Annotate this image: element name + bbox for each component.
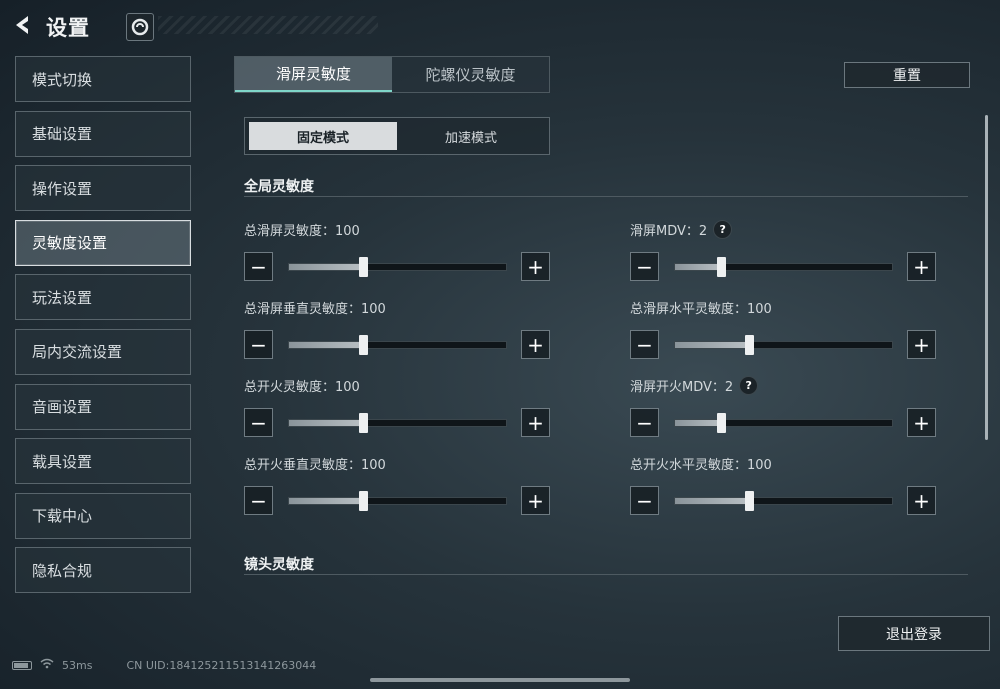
- home-indicator[interactable]: [370, 678, 630, 682]
- decrease-button[interactable]: −: [630, 252, 659, 281]
- slider-label-text: 总滑屏水平灵敏度：100: [630, 302, 772, 317]
- battery-icon: [12, 660, 32, 670]
- increase-button[interactable]: +: [907, 330, 936, 359]
- slider-fill: [675, 420, 721, 426]
- sidebar-item[interactable]: 模式切换: [15, 56, 191, 102]
- divider: [244, 196, 968, 197]
- sidebar-item[interactable]: 载具设置: [15, 438, 191, 485]
- decrease-button[interactable]: −: [630, 486, 659, 515]
- slider-label: 总开火垂直灵敏度：100: [244, 454, 386, 473]
- slider-label: 总滑屏灵敏度：100: [244, 220, 360, 239]
- decrease-button[interactable]: −: [244, 252, 273, 281]
- slider-fill: [289, 342, 363, 348]
- increase-button[interactable]: +: [907, 252, 936, 281]
- sidebar-item[interactable]: 玩法设置: [15, 274, 191, 321]
- slider-label: 滑屏开火MDV：2?: [630, 376, 759, 395]
- slider-thumb[interactable]: [745, 335, 755, 355]
- section-title-global: 全局灵敏度: [244, 179, 314, 195]
- decrease-button[interactable]: −: [630, 408, 659, 437]
- increase-button[interactable]: +: [521, 330, 550, 359]
- slider-label-text: 总滑屏垂直灵敏度：100: [244, 302, 386, 317]
- wifi-icon: [40, 658, 54, 672]
- slider-label: 滑屏MDV：2?: [630, 220, 733, 239]
- tab-gyro-sensitivity[interactable]: 陀螺仪灵敏度: [392, 57, 549, 92]
- slider-track[interactable]: [674, 491, 893, 511]
- slider-thumb[interactable]: [359, 335, 369, 355]
- slider-label-text: 总开火垂直灵敏度：100: [244, 458, 386, 473]
- increase-button[interactable]: +: [907, 408, 936, 437]
- slider-label: 总滑屏水平灵敏度：100: [630, 298, 772, 317]
- slider-track[interactable]: [288, 491, 507, 511]
- decorative-stripes: [158, 16, 378, 34]
- mode-fixed[interactable]: 固定模式: [249, 122, 397, 150]
- sidebar: 模式切换基础设置操作设置灵敏度设置玩法设置局内交流设置 音画设置载具设置下载中心隐…: [15, 56, 191, 602]
- help-icon[interactable]: ?: [713, 220, 733, 239]
- section-title-scope: 镜头灵敏度: [244, 557, 314, 573]
- slider-track[interactable]: [674, 335, 893, 355]
- mode-toggle: 固定模式 加速模式: [244, 117, 550, 155]
- slider-label-text: 滑屏开火MDV：2: [630, 380, 734, 395]
- slider-label: 总滑屏垂直灵敏度：100: [244, 298, 386, 317]
- slider-label-text: 滑屏MDV：2: [630, 224, 708, 239]
- help-icon[interactable]: ?: [739, 376, 759, 395]
- logout-button[interactable]: 退出登录: [838, 616, 990, 651]
- mode-accelerated[interactable]: 加速模式: [397, 122, 545, 150]
- slider-label-text: 总滑屏灵敏度：100: [244, 224, 360, 239]
- slider-track[interactable]: [288, 413, 507, 433]
- slider-fill: [289, 420, 363, 426]
- reset-button[interactable]: 重置: [844, 62, 970, 88]
- divider: [244, 574, 968, 575]
- sidebar-item[interactable]: 灵敏度设置: [15, 219, 191, 266]
- increase-button[interactable]: +: [907, 486, 936, 515]
- game-logo-icon[interactable]: [126, 13, 154, 41]
- slider-fill: [675, 498, 749, 504]
- slider-thumb[interactable]: [745, 491, 755, 511]
- slider-thumb[interactable]: [716, 257, 726, 277]
- sidebar-item[interactable]: 下载中心: [15, 492, 191, 539]
- slider-thumb[interactable]: [716, 413, 726, 433]
- slider-track[interactable]: [674, 413, 893, 433]
- tab-swipe-sensitivity[interactable]: 滑屏灵敏度: [235, 57, 392, 92]
- uid-text: CN UID:184125211513141263044: [126, 658, 317, 672]
- slider-label: 总开火水平灵敏度：100: [630, 454, 772, 473]
- sidebar-item[interactable]: 音画设置: [15, 383, 191, 430]
- slider-fill: [675, 264, 721, 270]
- slider-thumb[interactable]: [359, 491, 369, 511]
- sidebar-item[interactable]: 基础设置: [15, 110, 191, 157]
- back-arrow-icon[interactable]: [10, 10, 36, 40]
- ping-text: 53ms: [62, 658, 93, 672]
- status-footer: 53ms CN UID:184125211513141263044: [12, 658, 316, 672]
- slider-track[interactable]: [288, 257, 507, 277]
- slider-fill: [675, 342, 749, 348]
- slider-track[interactable]: [288, 335, 507, 355]
- decrease-button[interactable]: −: [244, 408, 273, 437]
- decrease-button[interactable]: −: [630, 330, 659, 359]
- page-title: 设置: [46, 16, 90, 40]
- scrollbar[interactable]: [985, 115, 988, 440]
- slider-label: 总开火灵敏度：100: [244, 376, 360, 395]
- increase-button[interactable]: +: [521, 408, 550, 437]
- increase-button[interactable]: +: [521, 486, 550, 515]
- decrease-button[interactable]: −: [244, 486, 273, 515]
- slider-thumb[interactable]: [359, 413, 369, 433]
- sidebar-item[interactable]: 局内交流设置: [15, 328, 191, 375]
- slider-fill: [289, 498, 363, 504]
- slider-fill: [289, 264, 363, 270]
- sidebar-item[interactable]: 隐私合规: [15, 547, 191, 594]
- sidebar-item[interactable]: 操作设置: [15, 165, 191, 212]
- slider-label-text: 总开火灵敏度：100: [244, 380, 360, 395]
- slider-thumb[interactable]: [359, 257, 369, 277]
- sensitivity-tabs: 滑屏灵敏度 陀螺仪灵敏度: [234, 56, 550, 93]
- decrease-button[interactable]: −: [244, 330, 273, 359]
- increase-button[interactable]: +: [521, 252, 550, 281]
- slider-track[interactable]: [674, 257, 893, 277]
- slider-label-text: 总开火水平灵敏度：100: [630, 458, 772, 473]
